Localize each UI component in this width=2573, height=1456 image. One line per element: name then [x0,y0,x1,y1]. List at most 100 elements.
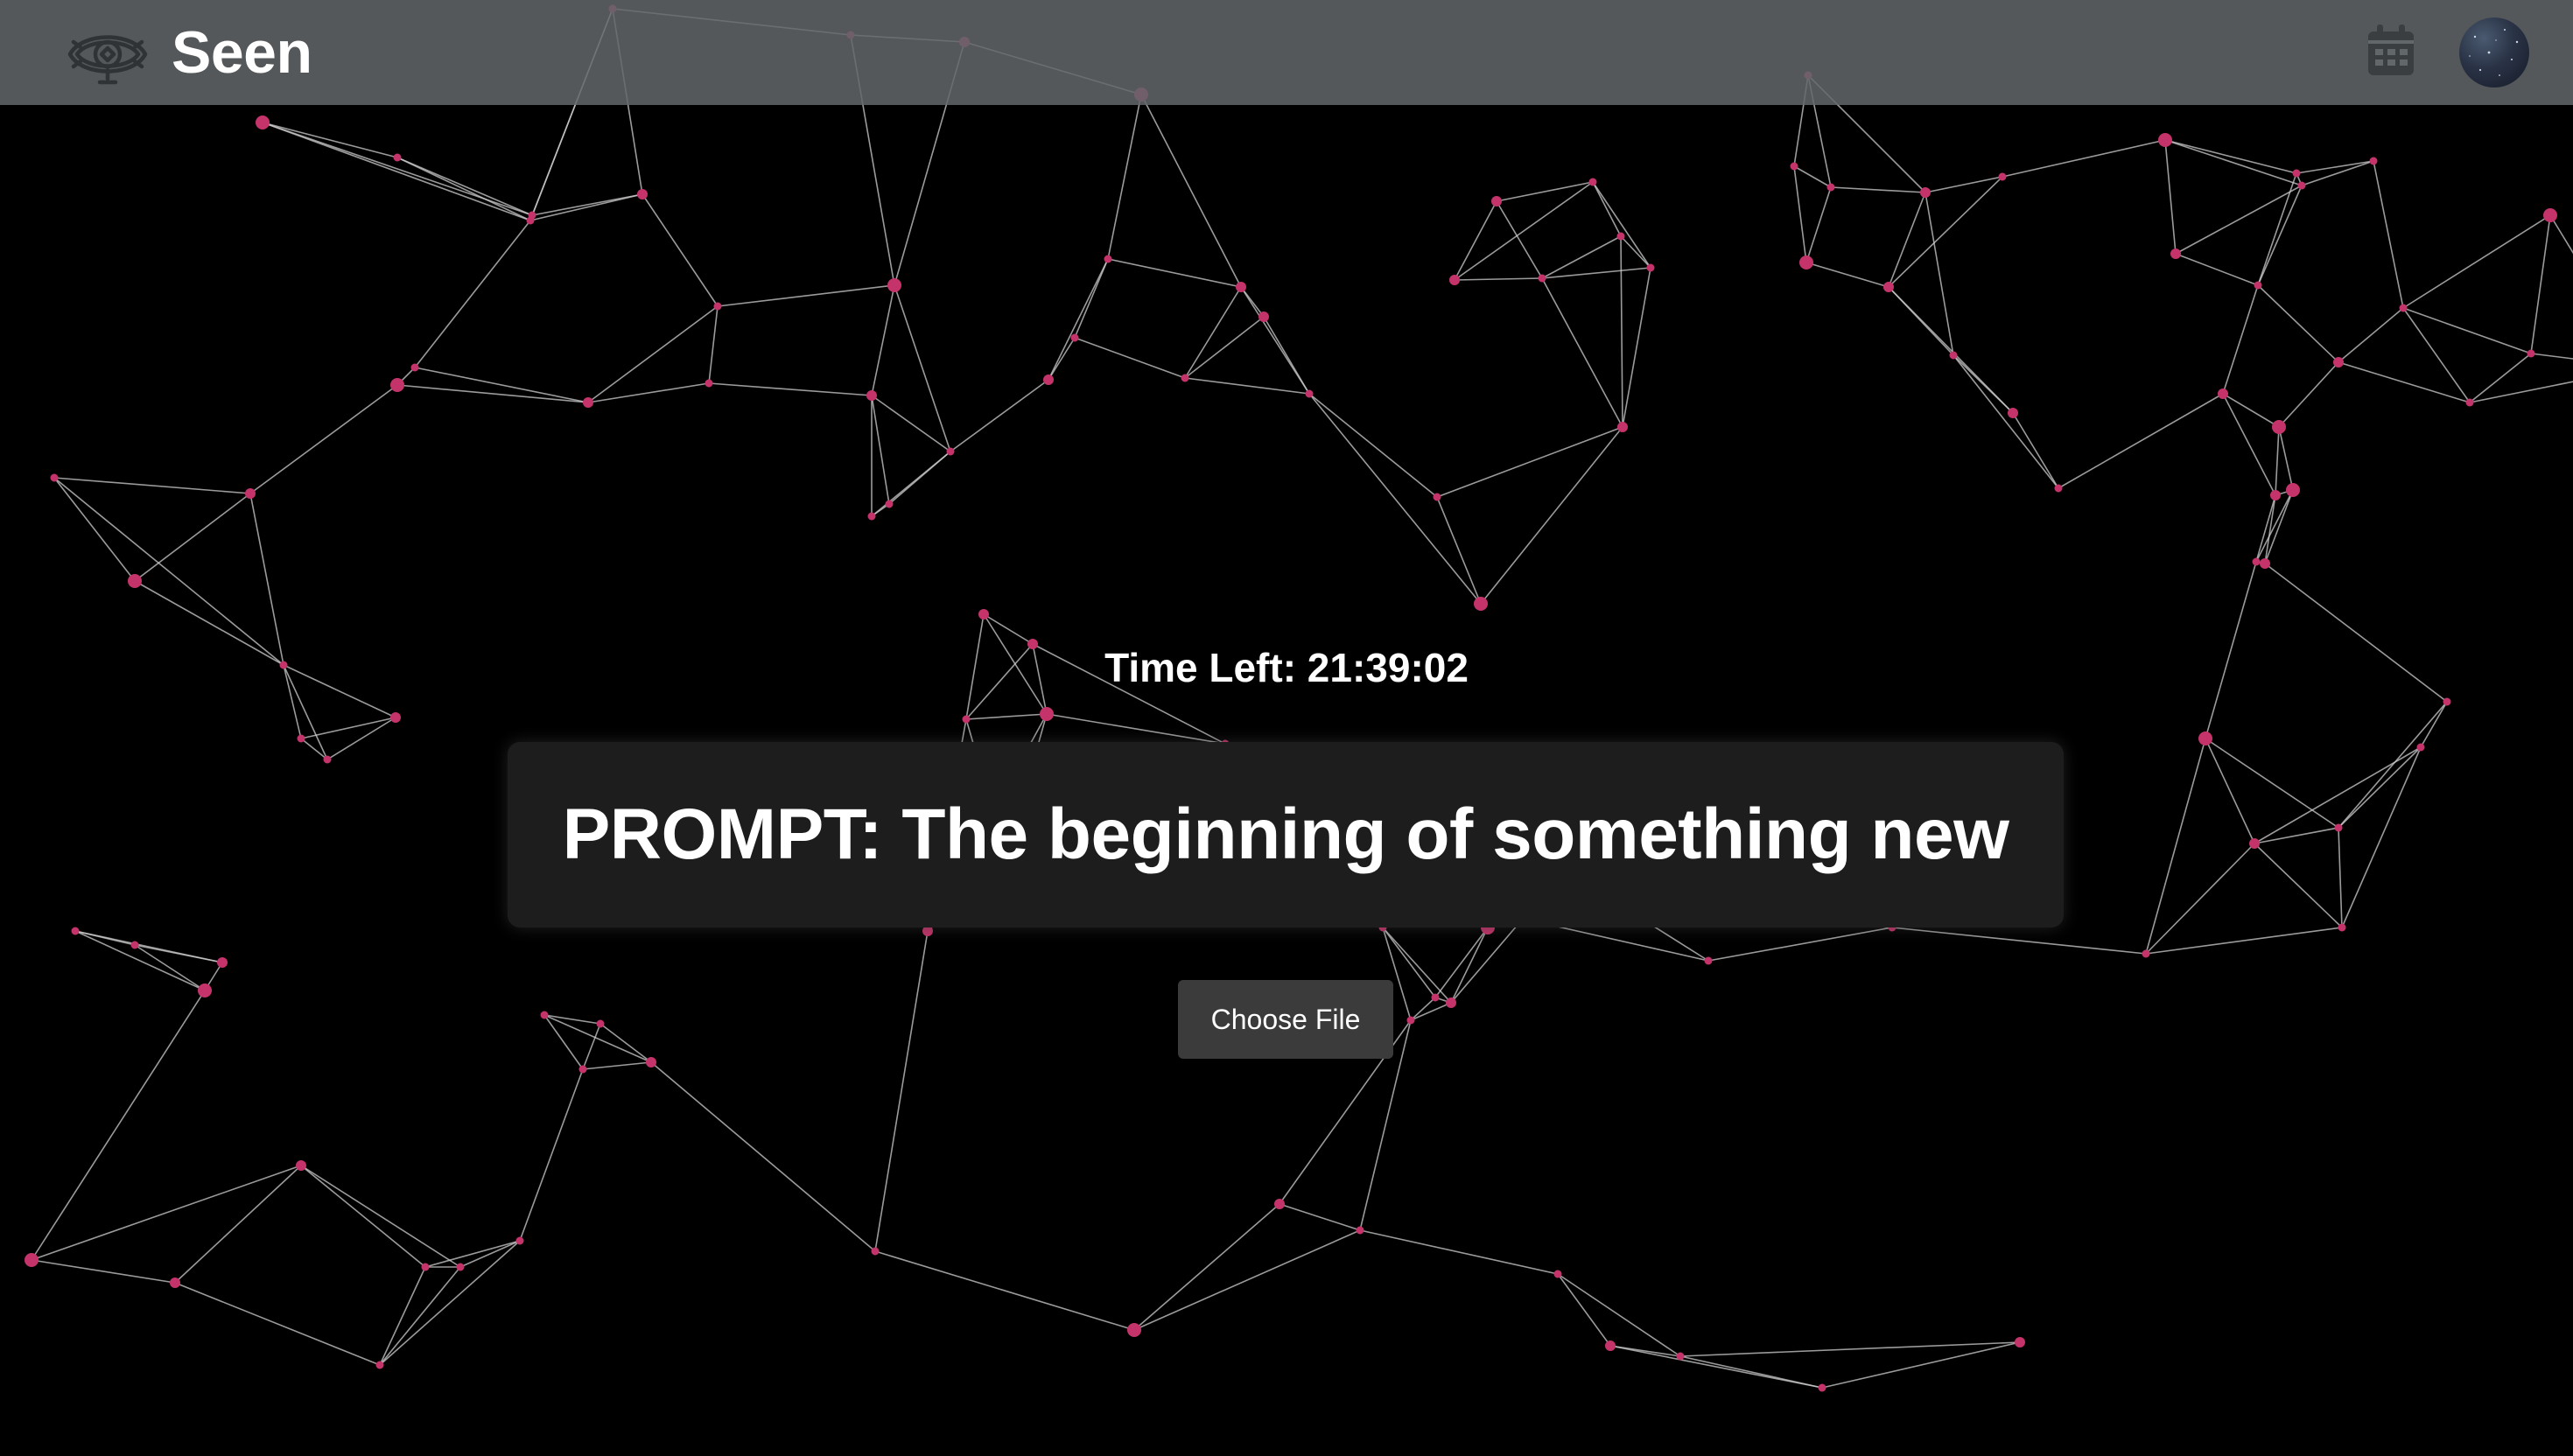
countdown-timer: Time Left: 21:39:02 [1104,645,1469,690]
network-node [2170,248,2181,259]
network-node [456,1263,465,1271]
network-node [1305,389,1314,398]
network-node [1431,993,1440,1002]
network-edge [2278,361,2339,428]
network-edge [1557,1273,1611,1347]
network-edge [2145,738,2206,955]
network-edge [871,284,895,396]
network-node [245,488,256,499]
network-edge [950,379,1049,452]
network-edge [582,1023,601,1070]
network-node [871,1247,880,1256]
network-edge [1140,94,1242,288]
network-node [2054,484,2063,493]
network-node [323,755,332,764]
network-edge [1541,277,1623,428]
network-node [637,189,648,200]
network-edge [529,193,643,221]
network-edge [708,382,873,396]
network-node [128,574,142,588]
network-edge [414,220,531,368]
network-edge [2530,214,2551,354]
network-edge [379,1240,521,1366]
network-node [2198,732,2212,746]
network-node [1553,1270,1562,1278]
network-edge [650,1061,876,1252]
network-edge [1707,927,1893,962]
network-node [978,609,989,620]
network-edge [300,1165,426,1268]
network-node [2334,823,2343,832]
network-edge [2301,160,2374,186]
network-edge [1410,997,1436,1021]
network-node [1040,707,1054,721]
network-node [393,153,402,162]
eye-logo-icon[interactable] [67,21,149,88]
network-edge [249,384,398,494]
network-node [1104,255,1112,263]
network-edge [2341,746,2422,928]
network-node [2286,483,2300,497]
network-edge [1592,181,1651,269]
network-node [1949,351,1958,360]
network-node [25,1253,39,1267]
user-avatar[interactable] [2459,18,2529,88]
network-node [1616,232,1625,241]
network-edge [717,284,895,307]
network-edge [1308,393,1438,498]
prompt-card: PROMPT: The beginning of something new [508,742,2064,928]
network-edge [1805,262,1889,288]
network-node [2008,408,2018,418]
network-node [1474,597,1488,611]
network-edge [1074,337,1186,379]
network-edge [1793,165,1832,188]
network-edge [1830,186,1926,193]
network-node [962,715,971,724]
network-node [646,1057,656,1068]
network-node [390,378,404,392]
network-edge [1620,235,1651,269]
network-node [2443,697,2451,706]
network-edge [1953,354,2059,489]
network-edge [1263,316,1310,395]
network-node [1236,282,1246,292]
network-edge [1454,181,1594,281]
network-edge [965,713,1048,720]
top-bar: Seen [0,0,2573,105]
network-node [1998,172,2007,181]
network-edge [2058,393,2224,489]
choose-file-button[interactable]: Choose File [1178,980,1393,1059]
network-node [2465,398,2474,407]
network-edge [300,717,396,739]
network-edge [2257,172,2297,286]
network-edge [134,493,251,582]
network-edge [2402,307,2532,354]
network-node [1258,312,1269,322]
network-nodes [25,4,2557,1392]
network-edge [1924,176,2003,193]
network-edge [396,157,533,216]
network-node [1491,196,1502,206]
network-node [705,379,713,388]
network-node [217,957,228,968]
network-node [583,397,593,408]
network-node [1799,256,1813,270]
network-edge [531,193,643,216]
network-node [2218,388,2228,399]
network-edge [74,930,206,991]
network-edge [262,122,533,216]
network-edge [1107,94,1142,260]
network-edge [2264,489,2294,564]
network-edge [1308,393,1482,605]
network-node [2338,923,2346,932]
network-edge [300,738,328,760]
network-edge [2175,253,2259,286]
network-edge [871,395,890,505]
network-edge [2145,843,2255,955]
network-node [1883,282,1894,292]
network-node [1433,493,1441,501]
network-edge [1888,286,2014,414]
network-node [1818,1383,1826,1392]
calendar-icon[interactable] [2365,23,2417,79]
network-node [540,1011,549,1019]
